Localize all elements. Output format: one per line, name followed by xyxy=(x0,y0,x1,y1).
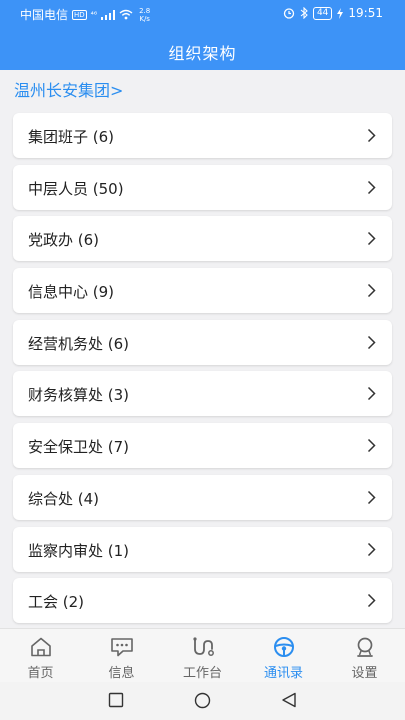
department-item[interactable]: 经营机务处 (6) xyxy=(13,319,392,365)
chevron-right-icon xyxy=(367,542,376,556)
department-label: 信息中心 (9) xyxy=(28,283,115,302)
tab-contacts[interactable]: 通讯录 xyxy=(243,629,324,682)
home-icon xyxy=(30,637,51,657)
department-label: 安全保卫处 (7) xyxy=(28,438,130,457)
network-type: ⁴⁶ xyxy=(90,10,98,19)
department-label: 监察内审处 (1) xyxy=(28,541,130,560)
chevron-right-icon xyxy=(367,284,376,298)
department-item[interactable]: 综合处 (4) xyxy=(13,474,392,520)
workbench-icon xyxy=(192,637,214,656)
bluetooth-icon xyxy=(300,7,308,19)
tab-home[interactable]: 首页 xyxy=(0,629,81,682)
department-item[interactable]: 工会 (2) xyxy=(13,578,392,624)
speed-unit: K/s xyxy=(139,14,150,23)
clock: 19:51 xyxy=(348,6,383,20)
chevron-right-icon xyxy=(367,490,376,504)
department-label: 工会 (2) xyxy=(28,593,85,612)
system-navigation-bar xyxy=(0,682,405,720)
tab-messages[interactable]: 信息 xyxy=(81,629,162,682)
department-item[interactable]: 信息中心 (9) xyxy=(13,268,392,314)
department-item[interactable]: 集团班子 (6) xyxy=(13,113,392,158)
carrier-label: 中国电信 xyxy=(20,8,69,22)
department-item[interactable]: 中层人员 (50) xyxy=(13,164,392,210)
wifi-icon xyxy=(119,9,133,20)
battery-indicator: 44 xyxy=(312,6,333,20)
page-title: 组织架构 xyxy=(168,44,237,63)
tab-label: 通讯录 xyxy=(263,666,303,681)
recent-apps-button[interactable] xyxy=(108,692,124,708)
chevron-right-icon xyxy=(367,128,376,143)
contacts-icon xyxy=(273,637,294,657)
speed-value: 2.8 xyxy=(139,6,151,15)
signal-icon xyxy=(101,9,116,20)
hd-badge: HD xyxy=(72,9,87,20)
department-label: 党政办 (6) xyxy=(28,231,100,250)
tab-label: 设置 xyxy=(351,666,378,681)
chevron-right-icon xyxy=(367,180,376,194)
chevron-right-icon xyxy=(367,594,376,608)
chevron-right-icon xyxy=(367,387,376,401)
tab-label: 首页 xyxy=(27,666,54,681)
home-button[interactable] xyxy=(194,692,211,709)
tab-label: 信息 xyxy=(108,666,135,681)
chevron-right-icon xyxy=(367,439,376,453)
tab-workbench[interactable]: 工作台 xyxy=(162,629,243,682)
department-label: 经营机务处 (6) xyxy=(28,334,130,353)
chevron-right-icon xyxy=(367,232,376,246)
app-header: 中国电信 HD ⁴⁶ 2.8 K/s 44 19:51 组织架构 xyxy=(0,0,405,70)
back-button[interactable] xyxy=(281,692,297,708)
alarm-icon xyxy=(283,8,295,19)
department-list: 集团班子 (6) 中层人员 (50) 党政办 (6) 信息中心 (9) 经营机务… xyxy=(13,113,392,630)
department-item[interactable]: 监察内审处 (1) xyxy=(13,526,392,572)
breadcrumb[interactable]: 温州长安集团> xyxy=(14,77,123,101)
status-bar: 中国电信 HD ⁴⁶ 2.8 K/s 44 19:51 xyxy=(0,0,405,28)
department-label: 中层人员 (50) xyxy=(28,179,124,198)
department-item[interactable]: 安全保卫处 (7) xyxy=(13,423,392,469)
department-item[interactable]: 党政办 (6) xyxy=(13,216,392,262)
bottom-tab-bar: 首页 信息 工作台 通讯录 设置 xyxy=(0,628,405,682)
charging-icon xyxy=(337,7,344,19)
net-speed: 2.8 K/s xyxy=(139,7,150,23)
tab-label: 工作台 xyxy=(182,666,222,681)
tab-settings[interactable]: 设置 xyxy=(324,629,405,682)
message-icon xyxy=(110,638,133,657)
department-label: 集团班子 (6) xyxy=(28,128,115,146)
settings-icon xyxy=(356,637,373,657)
department-label: 财务核算处 (3) xyxy=(28,386,130,405)
chevron-right-icon xyxy=(367,335,376,349)
department-label: 综合处 (4) xyxy=(28,489,100,508)
department-item[interactable]: 财务核算处 (3) xyxy=(13,371,392,417)
